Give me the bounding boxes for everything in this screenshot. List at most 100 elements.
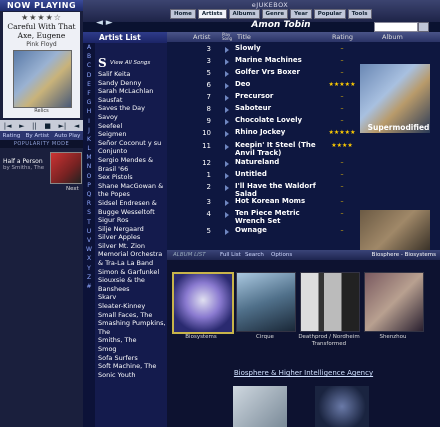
play-song-icon[interactable]	[225, 212, 229, 218]
alphabet-letter[interactable]: W	[83, 245, 95, 254]
alphabet-letter[interactable]: U	[83, 227, 95, 236]
search-button[interactable]	[418, 22, 429, 32]
play-song-icon[interactable]	[225, 229, 229, 235]
artist-list-item[interactable]: Seigmen	[98, 130, 166, 139]
alphabet-letter[interactable]: J	[83, 126, 95, 135]
track-rating[interactable]: –	[327, 183, 357, 190]
play-song-icon[interactable]	[225, 185, 229, 191]
alphabet-letter[interactable]: K	[83, 135, 95, 144]
nav-year[interactable]: Year	[290, 9, 312, 19]
track-rating[interactable]: –	[327, 45, 357, 52]
track-row[interactable]: 10 Rhino Jockey ★★★★★	[167, 128, 357, 141]
track-row[interactable]: 5 Golfer Vrs Boxer –	[167, 68, 357, 81]
track-rating[interactable]: ★★★★	[327, 142, 357, 149]
album-caption-deathprod[interactable]: Deathprod / Nordheim Transformed	[298, 334, 360, 347]
play-song-icon[interactable]	[225, 200, 229, 206]
back-arrow-icon[interactable]: ◄	[96, 18, 103, 28]
view-all-songs-link[interactable]: View All Songs	[110, 60, 150, 66]
artist-list-item[interactable]: Saves the Day	[98, 104, 166, 113]
related-artist-link[interactable]: Biosphere & Higher Intelligence Agency	[167, 369, 440, 377]
nav-albums[interactable]: Albums	[228, 9, 260, 19]
track-title[interactable]: Deo	[235, 80, 325, 89]
alphabet-letter[interactable]: Y	[83, 264, 95, 273]
track-row[interactable]: 2 I'll Have the Waldorf Salad –	[167, 182, 357, 197]
alphabet-letter[interactable]: A	[83, 43, 95, 52]
track-rating[interactable]: –	[327, 93, 357, 100]
artist-list-item[interactable]: Shane MacGowan & the Popes	[98, 182, 166, 199]
artist-list-item[interactable]: Silver Apples	[98, 233, 166, 242]
artist-list-item[interactable]: Sidsel Endresen & Bugge Wesseltoft	[98, 199, 166, 216]
track-title[interactable]: Natureland	[235, 158, 325, 167]
artist-list-item[interactable]: Sex Pistols	[98, 173, 166, 182]
play-song-icon[interactable]	[225, 83, 229, 89]
track-rating[interactable]: –	[327, 227, 357, 234]
artist-list-item[interactable]: Silje Nergaard	[98, 225, 166, 234]
next-button[interactable]: Next	[66, 186, 79, 192]
play-song-icon[interactable]	[225, 144, 229, 150]
play-song-icon[interactable]	[225, 47, 229, 53]
volume-icon[interactable]: ◄	[74, 122, 79, 130]
play-song-icon[interactable]	[225, 71, 229, 77]
track-row[interactable]: 5 Ownage –	[167, 226, 357, 239]
alphabet-letter[interactable]: B	[83, 52, 95, 61]
artist-list-item[interactable]: Señor Coconut y su Conjunto	[98, 139, 166, 156]
nav-popular[interactable]: Popular	[313, 9, 346, 19]
alphabet-letter[interactable]: E	[83, 80, 95, 89]
artist-list-item[interactable]: Smashing Pumpkins, The	[98, 319, 166, 336]
col-album[interactable]: Album	[382, 33, 403, 41]
album-thumb-biosystems[interactable]	[172, 272, 234, 334]
col-title[interactable]: Title	[237, 33, 251, 41]
tab-rating[interactable]: Rating	[3, 133, 21, 139]
alphabet-letter[interactable]: T	[83, 218, 95, 227]
track-row[interactable]: 11 Keepin' It Steel (The Anvil Track) ★★★★	[167, 141, 357, 156]
alphabet-letter[interactable]: Q	[83, 190, 95, 199]
next-song-info[interactable]: Half a Person by Smiths, The	[3, 158, 50, 172]
artist-list-item[interactable]: Silver Mt. Zion Memorial Orchestra & Tra…	[98, 242, 166, 268]
artist-list-item[interactable]: Smog	[98, 345, 166, 354]
album-cover-second[interactable]	[360, 210, 430, 250]
alphabet-letter[interactable]: X	[83, 254, 95, 263]
alphabet-letter[interactable]: N	[83, 162, 95, 171]
track-title[interactable]: Marine Machines	[235, 56, 325, 65]
forward-arrow-icon[interactable]: ►	[106, 18, 113, 28]
track-rating[interactable]: –	[327, 171, 357, 178]
next-song-cover[interactable]	[50, 152, 82, 184]
track-row[interactable]: 4 Ten Piece Metric Wrench Set –	[167, 209, 357, 224]
artist-list-item[interactable]: Sausfat	[98, 96, 166, 105]
tab-auto-play[interactable]: Auto Play	[54, 133, 80, 139]
track-title[interactable]: Saboteur	[235, 104, 325, 113]
album-title[interactable]: Supermodified	[357, 123, 440, 132]
alphabet-letter[interactable]: L	[83, 144, 95, 153]
alphabet-letter[interactable]: S	[83, 208, 95, 217]
col-rating[interactable]: Rating	[332, 33, 353, 41]
track-rating[interactable]: –	[327, 198, 357, 205]
alphabet-letter[interactable]: I	[83, 117, 95, 126]
artist-list-item[interactable]: Small Faces, The	[98, 311, 166, 320]
play-song-icon[interactable]	[225, 161, 229, 167]
nav-tools[interactable]: Tools	[347, 9, 372, 19]
tab-search[interactable]: Search	[245, 252, 264, 258]
alphabet-letter[interactable]: C	[83, 61, 95, 70]
track-title[interactable]: Rhino Jockey	[235, 128, 325, 137]
alphabet-letter[interactable]: D	[83, 71, 95, 80]
tab-by-artist[interactable]: By Artist	[26, 133, 50, 139]
play-song-icon[interactable]	[225, 95, 229, 101]
album-thumb-related-1[interactable]	[233, 386, 287, 427]
track-rating[interactable]: ★★★★★	[327, 81, 357, 88]
alphabet-letter[interactable]: M	[83, 153, 95, 162]
album-thumb-related-2[interactable]	[315, 386, 369, 427]
artist-list-item[interactable]: Skarv	[98, 293, 166, 302]
artist-list-item[interactable]: Simon & Garfunkel	[98, 268, 166, 277]
nav-home[interactable]: Home	[170, 9, 196, 19]
previous-icon[interactable]: |◄	[4, 122, 12, 130]
artist-list-item[interactable]: Sandy Denny	[98, 79, 166, 88]
play-song-icon[interactable]	[225, 119, 229, 125]
play-song-icon[interactable]	[225, 107, 229, 113]
stop-icon[interactable]: ■	[44, 122, 51, 130]
track-title[interactable]: Ownage	[235, 226, 325, 235]
play-icon[interactable]: ►	[19, 122, 24, 130]
track-title[interactable]: Golfer Vrs Boxer	[235, 68, 325, 77]
artist-list-item[interactable]: Savoy	[98, 113, 166, 122]
track-rating[interactable]: –	[327, 117, 357, 124]
track-title[interactable]: Chocolate Lovely	[235, 116, 325, 125]
